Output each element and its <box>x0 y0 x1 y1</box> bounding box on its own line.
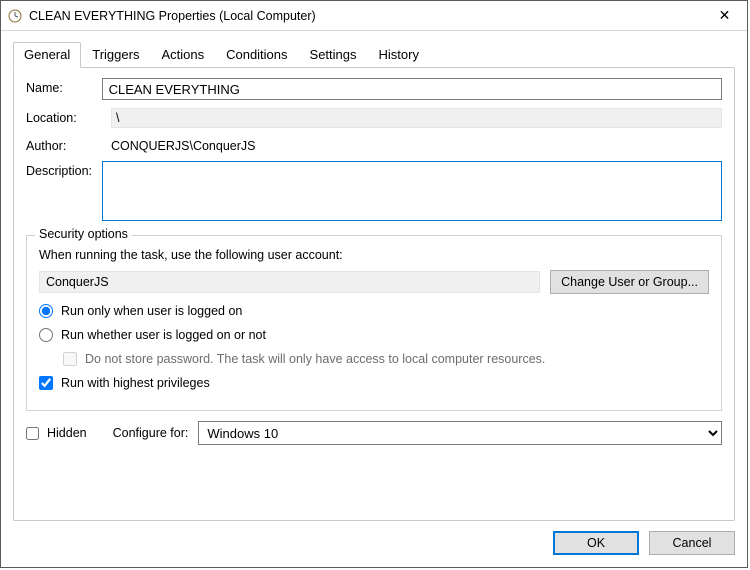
name-input[interactable] <box>102 78 722 100</box>
radio-run-logged-on[interactable] <box>39 304 53 318</box>
radio-run-logged-on-or-not-label: Run whether user is logged on or not <box>61 328 266 342</box>
author-value: CONQUERJS\ConquerJS <box>111 136 722 153</box>
security-legend: Security options <box>35 227 132 241</box>
radio-run-logged-on-label: Run only when user is logged on <box>61 304 242 318</box>
checkbox-highest-privileges[interactable] <box>39 376 53 390</box>
tab-history[interactable]: History <box>368 42 430 68</box>
tab-general[interactable]: General <box>13 42 81 68</box>
checkbox-no-store-password-label: Do not store password. The task will onl… <box>85 352 545 366</box>
tab-settings[interactable]: Settings <box>299 42 368 68</box>
task-scheduler-icon <box>7 8 23 24</box>
configure-for-select[interactable]: Windows 10 <box>198 421 722 445</box>
security-prompt: When running the task, use the following… <box>39 248 709 262</box>
ok-button[interactable]: OK <box>553 531 639 555</box>
close-icon: ✕ <box>719 7 731 24</box>
author-label: Author: <box>26 136 111 153</box>
name-label: Name: <box>26 78 102 95</box>
radio-run-logged-on-or-not[interactable] <box>39 328 53 342</box>
description-label: Description: <box>26 161 102 178</box>
security-options-group: Security options When running the task, … <box>26 235 722 411</box>
location-label: Location: <box>26 108 111 125</box>
tabstrip: General Triggers Actions Conditions Sett… <box>1 31 747 67</box>
description-input[interactable] <box>102 161 722 221</box>
tab-actions[interactable]: Actions <box>150 42 215 68</box>
tab-panel-general: Name: Location: \ Author: CONQUERJS\Conq… <box>13 67 735 521</box>
close-button[interactable]: ✕ <box>702 1 747 31</box>
checkbox-hidden[interactable] <box>26 427 39 440</box>
window-title: CLEAN EVERYTHING Properties (Local Compu… <box>29 9 702 23</box>
checkbox-hidden-label: Hidden <box>47 426 87 440</box>
change-user-button[interactable]: Change User or Group... <box>550 270 709 294</box>
configure-for-label: Configure for: <box>113 426 189 440</box>
checkbox-highest-privileges-label: Run with highest privileges <box>61 376 210 390</box>
location-value: \ <box>111 108 722 128</box>
dialog-buttons: OK Cancel <box>1 531 747 567</box>
security-user-account: ConquerJS <box>39 271 540 293</box>
tab-triggers[interactable]: Triggers <box>81 42 150 68</box>
tab-conditions[interactable]: Conditions <box>215 42 298 68</box>
properties-dialog: CLEAN EVERYTHING Properties (Local Compu… <box>0 0 748 568</box>
cancel-button[interactable]: Cancel <box>649 531 735 555</box>
titlebar: CLEAN EVERYTHING Properties (Local Compu… <box>1 1 747 31</box>
checkbox-no-store-password <box>63 352 77 366</box>
